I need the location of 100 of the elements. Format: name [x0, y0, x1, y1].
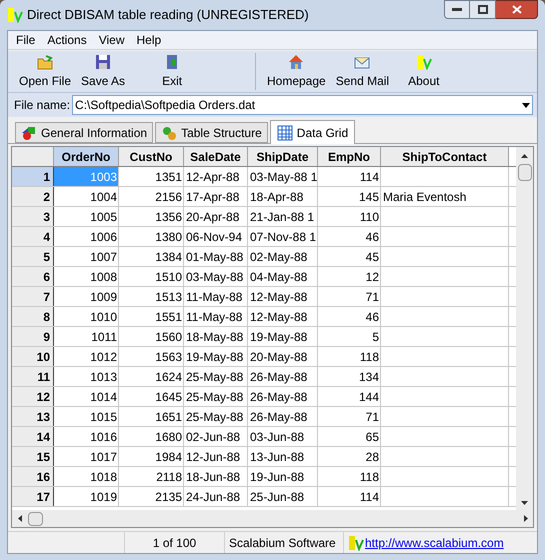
table-cell-text: 04-May-88 [250, 268, 308, 286]
record-counter: 1 of 100 [152, 534, 196, 552]
horizontal-scrollbar[interactable] [12, 510, 533, 527]
table-cell-text: 1560 [155, 328, 182, 346]
table-cell-text: 114 [360, 488, 379, 506]
table-cell-text: 03-May-88 [186, 268, 244, 286]
row-header[interactable]: 11 [12, 367, 54, 386]
table-cell-text: 25-Jun-88 [250, 488, 304, 506]
table-cell-text: 71 [366, 288, 379, 306]
table-cell-text: 1384 [155, 248, 182, 266]
row-header[interactable]: 9 [12, 327, 54, 346]
maximize-button[interactable] [470, 0, 496, 19]
menu-item[interactable]: Help [130, 31, 168, 49]
table-cell-text: 11-May-88 [186, 288, 242, 306]
toolbar-button[interactable]: About [394, 51, 454, 92]
row-header[interactable]: 13 [12, 407, 54, 426]
table-cell-text: 118 [360, 348, 379, 366]
table-cell-text: 1645 [155, 388, 182, 406]
table-cell-text: Maria Eventosh [383, 188, 466, 206]
toolbar-button[interactable]: Homepage [262, 51, 331, 92]
table-cell-text: 65 [366, 428, 379, 446]
table-cell-text: 2135 [155, 488, 182, 506]
column-header[interactable]: SaleDate [184, 147, 248, 166]
vertical-scrollbar[interactable] [516, 147, 533, 510]
company-name: Scalabium Software [229, 534, 336, 552]
scroll-thumb[interactable] [518, 164, 532, 181]
row-header[interactable]: 15 [12, 447, 54, 466]
row-header[interactable]: 17 [12, 487, 54, 506]
row-header[interactable]: 14 [12, 427, 54, 446]
table-cell-text: 46 [366, 308, 379, 326]
table-cell-text: 21-Jan-88 1 [250, 208, 314, 226]
table-cell-text: 5 [372, 328, 379, 346]
table-cell-text: 1010 [90, 308, 117, 326]
row-header[interactable]: 3 [12, 207, 54, 226]
scroll-up-icon [521, 154, 528, 158]
table-cell-text: 20-May-88 [250, 348, 308, 366]
tab[interactable]: Table Structure [155, 122, 268, 143]
scroll-right-icon [524, 515, 528, 522]
menu-item[interactable]: Actions [41, 31, 93, 49]
column-header[interactable]: ShipDate [248, 147, 318, 166]
row-header[interactable]: 4 [12, 227, 54, 246]
table-cell-text: 145 [358, 188, 379, 206]
table-cell-text: 01-May-88 [186, 248, 244, 266]
close-button[interactable] [496, 0, 538, 19]
table-cell-text: 1008 [90, 268, 117, 286]
table-cell-text: 26-May-88 [250, 408, 308, 426]
row-header[interactable]: 1 [12, 167, 54, 186]
menu-item[interactable]: View [92, 31, 130, 49]
row-header[interactable]: 10 [12, 347, 54, 366]
table-cell-text: 1563 [155, 348, 182, 366]
table-cell-text: 118 [360, 468, 379, 486]
minimize-button[interactable] [444, 0, 470, 19]
table-cell-text: 02-May-88 [250, 248, 308, 266]
table-cell-text: 1011 [91, 328, 117, 346]
row-header[interactable]: 8 [12, 307, 54, 326]
scroll-down-icon [521, 501, 528, 505]
row-header[interactable]: 5 [12, 247, 54, 266]
table-cell-text: 12-Apr-88 [186, 168, 240, 186]
row-header[interactable]: 6 [12, 267, 54, 286]
table-cell-text: 19-Jun-88 [250, 468, 304, 486]
app-logo-icon [7, 7, 23, 23]
toolbar-button[interactable]: Save As [76, 51, 130, 92]
tab[interactable]: Data Grid [270, 120, 356, 144]
gears-icon [161, 124, 178, 140]
table-cell-text: 1004 [90, 188, 117, 206]
window-title: Direct DBISAM table reading (UNREGISTERED) [27, 6, 309, 24]
maximize-icon [478, 5, 488, 14]
table-cell-text: 07-Nov-88 1 [250, 228, 316, 246]
file-name-dropdown[interactable]: C:\Softpedia\Softpedia Orders.dat [72, 95, 533, 115]
app-logo-icon [348, 534, 364, 550]
table-cell-text: 11-May-88 [186, 308, 242, 326]
table-cell-text: 25-May-88 [186, 368, 244, 386]
column-header[interactable]: EmpNo [318, 147, 381, 166]
table-cell-text: 1018 [90, 468, 117, 486]
table-cell-text: 12 [366, 268, 379, 286]
column-header[interactable]: OrderNo [54, 147, 119, 166]
table-cell-text: 134 [358, 368, 379, 386]
column-header[interactable]: CustNo [119, 147, 184, 166]
table-cell-text: 1651 [155, 408, 182, 426]
tab[interactable]: General Information [15, 122, 154, 143]
menu-item[interactable]: File [10, 31, 42, 49]
table-cell-text: 1984 [155, 448, 182, 466]
row-header[interactable]: 7 [12, 287, 54, 306]
website-link[interactable]: http://www.scalabium.com [365, 534, 504, 552]
row-header[interactable]: 16 [12, 467, 54, 486]
toolbar-button[interactable]: Exit [150, 51, 194, 92]
minimize-icon [452, 8, 462, 11]
column-header[interactable]: ShipToContact [381, 147, 509, 166]
toolbar-button[interactable]: Open File [14, 51, 76, 92]
table-cell-text: 28 [366, 448, 379, 466]
row-header[interactable]: 12 [12, 387, 54, 406]
toolbar-button[interactable]: Send Mail [330, 51, 394, 92]
table-cell-text: 18-May-88 [186, 328, 244, 346]
table-cell-text: 45 [366, 248, 379, 266]
table-cell-text: 46 [366, 228, 379, 246]
table-cell-text: 24-Jun-88 [186, 488, 240, 506]
table-cell-text: 1017 [90, 448, 117, 466]
scroll-thumb[interactable] [28, 512, 43, 526]
row-header[interactable]: 2 [12, 187, 54, 206]
table-cell-text: 1510 [155, 268, 182, 286]
